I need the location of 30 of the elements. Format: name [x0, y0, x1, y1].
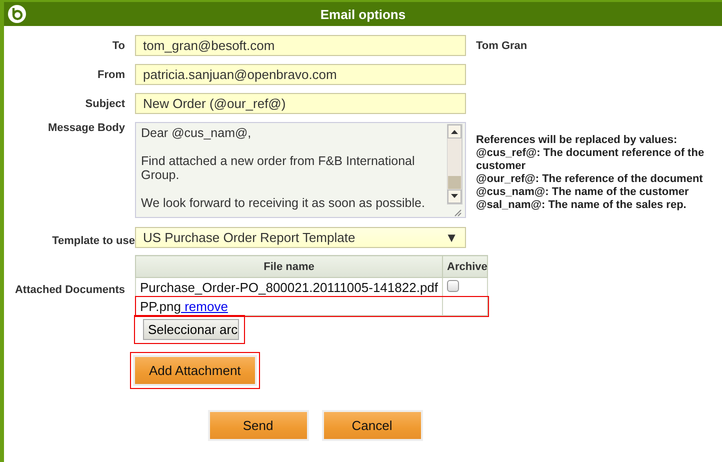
column-header: Archive: [442, 256, 488, 278]
field-label: Message Body: [46, 122, 125, 134]
field-label: Subject: [84, 97, 125, 110]
message-body-field[interactable]: Dear @cus_nam@, Find attached a new order from F&B International Group. We look forward to receiving it as soon as possible.: [135, 122, 466, 218]
recipient-name: Tom Gran: [476, 39, 528, 52]
message-text: Dear @cus_nam@, Find attached a new order from F&B International Group. We look forward to receiving it as soon as possible.: [140, 125, 426, 210]
input-field[interactable]: tom_gran@besoft.com: [135, 35, 466, 56]
scrollbar-icon: [447, 124, 463, 217]
field-label: Attached Documents: [14, 283, 125, 296]
column-header: File name: [136, 256, 443, 278]
file-name: Purchase_Order-PO_800021.20111005-141822.pdf: [136, 278, 443, 296]
archive-checkbox[interactable]: [447, 280, 460, 292]
input-field[interactable]: patricia.sanjuan@openbravo.com: [135, 64, 466, 85]
choose-file-button[interactable]: Seleccionar arc: [143, 319, 239, 340]
add-attachment-button[interactable]: Add Attachment: [135, 357, 255, 384]
template-select[interactable]: US Purchase Order Report Template ▼: [135, 227, 466, 248]
remove-link[interactable]: remove: [180, 298, 228, 314]
send-button[interactable]: Send: [210, 412, 306, 439]
logo-icon: [8, 5, 26, 23]
reference-text: @cus_nam@: The name of the customer: [476, 186, 690, 199]
input-field[interactable]: New Order (@our_ref@): [135, 93, 466, 114]
field-label: To: [111, 39, 125, 52]
cancel-button[interactable]: Cancel: [324, 412, 420, 439]
reference-text: @our_ref@: The reference of the document: [476, 173, 704, 186]
references-title: References will be replaced by values:: [476, 134, 678, 147]
reference-text: @sal_nam@: The name of the sales rep.: [476, 199, 688, 212]
field-label: Template to use: [51, 234, 135, 247]
field-label: From: [96, 68, 125, 81]
reference-text: @cus_ref@: The document reference of the customer: [476, 147, 706, 173]
window-title: Email options: [320, 6, 406, 22]
